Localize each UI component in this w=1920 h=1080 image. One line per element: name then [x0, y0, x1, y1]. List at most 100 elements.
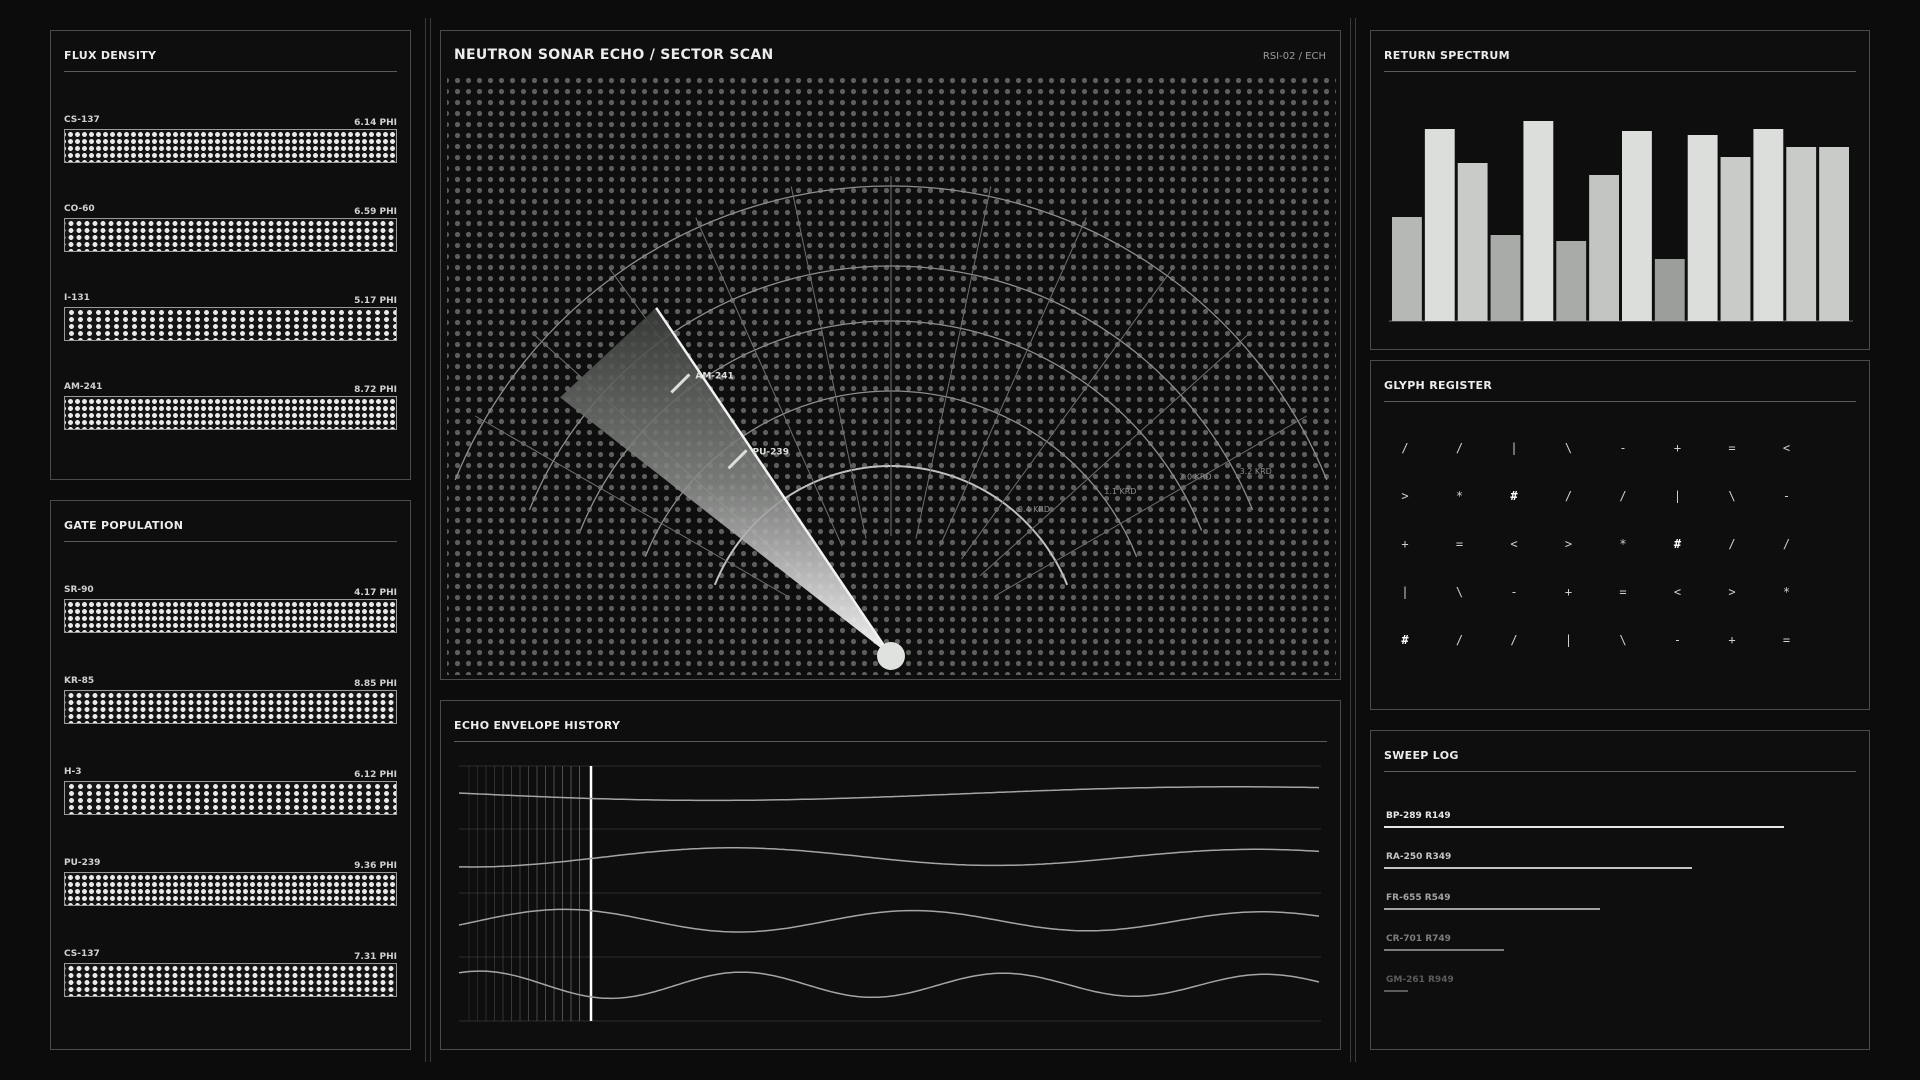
glyph-cell: - [1782, 489, 1791, 503]
glyph-register-panel: GLYPH REGISTER / / | \ - + = < > * # / / | \ - + = < > * # / / |… [1370, 360, 1870, 710]
glyph-cell: - [1673, 633, 1682, 647]
level-bar [64, 218, 397, 252]
glyph-cell: | [1401, 585, 1409, 599]
glyph-cell: / [1564, 489, 1573, 503]
log-entry-label: FR-655 R549 [1386, 893, 1451, 903]
level-bar [64, 307, 397, 341]
range-label: 3.2 KRD [1240, 467, 1272, 476]
glyph-cell: + [1728, 633, 1736, 647]
glyph-cell: \ [1619, 633, 1627, 647]
glyph-cell: / [1782, 537, 1791, 551]
log-entry-bar [1384, 867, 1692, 869]
sector-scan-display: PU-239AM-241 TX HEAD0.4 KRD1.1 KRD2.0 KR… [447, 75, 1336, 675]
range-label: 0.4 KRD [1018, 505, 1050, 514]
glyph-cell: | [1673, 489, 1682, 503]
glyph-cell: / [1510, 633, 1518, 647]
spectrum-bar [1424, 129, 1455, 321]
spectrum-bar [1490, 235, 1521, 321]
spectrum-bar [1753, 129, 1784, 321]
panel-title: NEUTRON SONAR ECHO / SECTOR SCAN [454, 47, 774, 63]
range-label: 1.1 KRD [1104, 487, 1136, 496]
bar-value: 6.12 PHI [354, 770, 397, 780]
glyph-cell: > [1728, 585, 1736, 599]
log-entry-bar [1384, 908, 1600, 910]
flux-density-panel: FLUX DENSITY CS-137 6.14 PHI CO-60 6.59 PHI… [50, 30, 411, 480]
log-entry-bar [1384, 826, 1784, 828]
glyph-cell: - [1510, 585, 1518, 599]
spectrum-bar [1687, 135, 1718, 321]
glyph-cell: - [1619, 441, 1627, 455]
bar-label: H-3 [64, 767, 82, 777]
glyph-cell: = [1782, 633, 1791, 647]
glyph-cell: \ [1728, 489, 1736, 503]
divider [64, 71, 397, 72]
level-bar [64, 599, 397, 633]
log-entry-label: CR-701 R749 [1386, 934, 1451, 944]
glyph-cell: < [1510, 537, 1518, 551]
bar-label: CS-137 [64, 949, 100, 959]
glyph-cell: + [1401, 537, 1409, 551]
glyph-cell: * [1782, 585, 1791, 599]
level-bar-fill [65, 964, 396, 996]
bar-value: 6.14 PHI [354, 118, 397, 128]
glyph-cell: = [1619, 585, 1627, 599]
level-bar-fill [65, 691, 396, 723]
spectrum-bar [1556, 241, 1587, 321]
separator-line [1355, 18, 1356, 1062]
glyph-cell: # [1510, 489, 1518, 503]
glyph-cell: | [1564, 633, 1573, 647]
envelope-plot [458, 765, 1321, 1022]
bar-value: 6.59 PHI [354, 207, 397, 217]
glyph-cell: \ [1564, 441, 1573, 455]
level-bar [64, 963, 397, 997]
glyph-cell: < [1782, 441, 1791, 455]
spectrum-bar [1392, 217, 1422, 321]
panel-title: GATE POPULATION [64, 519, 184, 532]
bar-value: 8.85 PHI [354, 679, 397, 689]
spectrum-bar [1720, 157, 1751, 321]
envelope-trace [458, 908, 1320, 933]
bar-label: KR-85 [64, 676, 95, 686]
level-bar-fill [65, 219, 396, 251]
glyph-cell: | [1510, 441, 1518, 455]
sweep-log-panel: SWEEP LOG BP-289 R149 RA-250 R349 FR-655 R… [1370, 730, 1870, 1050]
log-entry-bar [1384, 949, 1504, 951]
bar-label: CO-60 [64, 204, 95, 214]
bar-value: 7.31 PHI [354, 952, 397, 962]
glyph-cell: + [1673, 441, 1682, 455]
log-entry-label: RA-250 R349 [1386, 852, 1452, 862]
envelope-trace [459, 847, 1320, 868]
log-entry-label: BP-289 R149 [1386, 811, 1451, 821]
glyph-cell: / [1401, 441, 1409, 455]
divider [1384, 771, 1856, 772]
bar-label: CS-137 [64, 115, 100, 125]
echo-envelope-panel: ECHO ENVELOPE HISTORY [440, 700, 1341, 1050]
glyph-cell: > [1401, 489, 1409, 503]
panel-title: SWEEP LOG [1384, 749, 1459, 762]
bar-value: 8.72 PHI [354, 385, 397, 395]
bar-value: 4.17 PHI [354, 588, 397, 598]
separator-line [1350, 18, 1351, 1062]
spectrum-bar [1819, 147, 1849, 321]
glyph-cell: \ [1455, 585, 1464, 599]
divider [1384, 401, 1856, 402]
glyph-cell: / [1619, 489, 1627, 503]
return-spectrum-panel: RETURN SPECTRUM [1370, 30, 1870, 350]
sector-scan-panel: PU-239AM-241 TX HEAD0.4 KRD1.1 KRD2.0 KR… [440, 30, 1341, 680]
glyph-cell: + [1564, 585, 1573, 599]
separator-line [425, 18, 426, 1062]
level-bar [64, 396, 397, 430]
envelope-trace [458, 970, 1320, 1000]
panel-title: FLUX DENSITY [64, 49, 157, 62]
log-entry-bar [1384, 990, 1408, 992]
bar-label: PU-239 [64, 858, 101, 868]
glyph-cell: / [1728, 537, 1736, 551]
target-label: PU-239 [753, 447, 789, 457]
glyph-cell: / [1455, 441, 1464, 455]
bar-label: AM-241 [64, 382, 103, 392]
target-label: AM-241 [695, 371, 733, 381]
spectrum-bar [1523, 121, 1554, 321]
glyph-cell: > [1564, 537, 1573, 551]
level-bar [64, 129, 397, 163]
level-bar-fill [65, 397, 396, 429]
